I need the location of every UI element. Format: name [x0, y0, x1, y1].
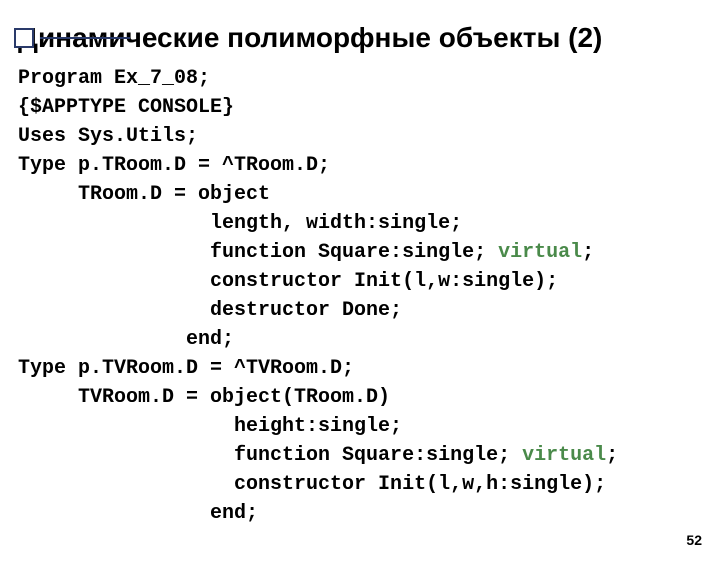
page-number: 52: [686, 532, 702, 548]
code-line-part: function Square:single;: [18, 241, 498, 264]
keyword-virtual: virtual: [498, 241, 582, 264]
code-line: destructor Done;: [18, 299, 402, 322]
code-line: TVRoom.D = object(TRoom.D): [18, 386, 390, 409]
code-line-part: function Square:single;: [18, 444, 522, 467]
code-line: constructor Init(l,w,h:single);: [18, 473, 606, 496]
ornament-line: [40, 37, 130, 39]
code-line: {$APPTYPE CONSOLE}: [18, 96, 234, 119]
code-line: Type p.TVRoom.D = ^TVRoom.D;: [18, 357, 354, 380]
keyword-virtual: virtual: [522, 444, 606, 467]
code-line: Uses Sys.Utils;: [18, 125, 198, 148]
code-line: TRoom.D = object: [18, 183, 270, 206]
code-line: Program Ex_7_08;: [18, 67, 210, 90]
code-line: length, width:single;: [18, 212, 462, 235]
code-line: end;: [18, 502, 258, 525]
code-block: Program Ex_7_08; {$APPTYPE CONSOLE} Uses…: [18, 64, 720, 528]
code-line: Type p.TRoom.D = ^TRoom.D;: [18, 154, 330, 177]
ornament-square: [14, 28, 34, 48]
code-line: constructor Init(l,w:single);: [18, 270, 558, 293]
code-line: end;: [18, 328, 234, 351]
code-line: height:single;: [18, 415, 402, 438]
code-line-part: ;: [606, 444, 618, 467]
header-ornament: [14, 28, 130, 48]
code-line-part: ;: [582, 241, 594, 264]
